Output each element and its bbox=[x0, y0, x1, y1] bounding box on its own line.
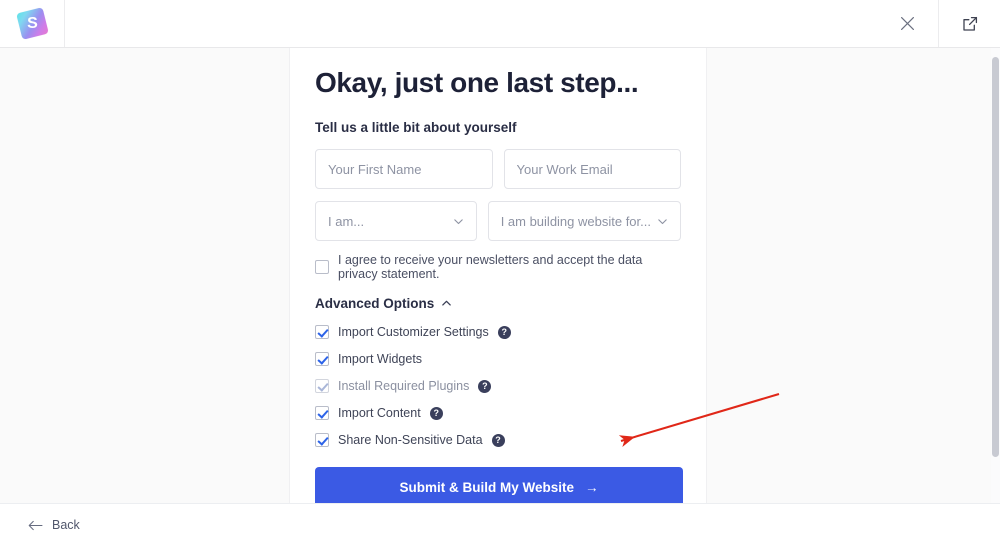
app-footer: Back bbox=[0, 503, 1000, 546]
advanced-option-label: Import Widgets bbox=[338, 352, 423, 366]
advanced-option-checkbox bbox=[315, 379, 329, 393]
role-select-value: I am... bbox=[328, 213, 365, 229]
back-button-label: Back bbox=[52, 518, 80, 532]
page-title: Okay, just one last step... bbox=[315, 67, 639, 98]
work-email-field[interactable] bbox=[503, 149, 681, 189]
newsletter-agreement-checkbox[interactable] bbox=[315, 260, 329, 274]
help-icon[interactable]: ? bbox=[491, 433, 505, 447]
help-icon[interactable]: ? bbox=[497, 325, 511, 339]
newsletter-agreement-label: I agree to receive your newsletters and … bbox=[338, 253, 643, 281]
advanced-option-label: Import Content bbox=[338, 406, 421, 420]
advanced-option-row[interactable]: Import Content? bbox=[315, 406, 681, 420]
brand-logo-letter: S bbox=[26, 14, 38, 32]
advanced-option-label: Install Required Plugins bbox=[338, 379, 470, 393]
app-header: S bbox=[0, 0, 1000, 48]
first-name-field[interactable] bbox=[315, 149, 493, 189]
advanced-option-row[interactable]: Import Widgets bbox=[315, 352, 681, 366]
advanced-options-label: Advanced Options bbox=[315, 296, 435, 311]
purpose-select[interactable]: I am building website for... bbox=[487, 201, 681, 241]
help-icon[interactable]: ? bbox=[478, 379, 492, 393]
advanced-option-checkbox[interactable] bbox=[315, 433, 329, 447]
purpose-select-value: I am building website for... bbox=[500, 213, 651, 229]
advanced-option-label: Import Customizer Settings bbox=[338, 325, 489, 339]
advanced-option-checkbox[interactable] bbox=[315, 325, 329, 339]
app-root: S Okay, just one last step... Tell us a … bbox=[0, 0, 1000, 546]
page-subtitle: Tell us a little bit about yourself bbox=[315, 120, 517, 135]
brand-logo-icon: S bbox=[15, 7, 49, 40]
role-purpose-row: I am... I am building website for... bbox=[315, 201, 681, 241]
arrow-right-icon: → bbox=[585, 480, 599, 495]
close-icon bbox=[900, 17, 914, 30]
submit-build-website-button[interactable]: Submit & Build My Website → bbox=[315, 467, 683, 503]
onboarding-panel: Okay, just one last step... Tell us a li… bbox=[289, 48, 707, 503]
advanced-options-list: Import Customizer Settings? Import Widget… bbox=[315, 325, 681, 447]
chevron-up-icon bbox=[442, 300, 452, 306]
advanced-options-toggle[interactable]: Advanced Options bbox=[315, 296, 452, 311]
arrow-left-icon bbox=[28, 520, 43, 530]
open-external-button[interactable] bbox=[938, 0, 1000, 47]
back-button[interactable]: Back bbox=[28, 518, 80, 532]
newsletter-agreement-row[interactable]: I agree to receive your newsletters and … bbox=[315, 253, 681, 281]
advanced-option-row[interactable]: Install Required Plugins? bbox=[315, 379, 681, 393]
brand-logo-cell[interactable]: S bbox=[0, 0, 65, 47]
advanced-option-row[interactable]: Import Customizer Settings? bbox=[315, 325, 681, 339]
close-button[interactable] bbox=[876, 0, 938, 47]
first-name-input[interactable] bbox=[328, 161, 480, 177]
external-link-icon bbox=[962, 16, 977, 31]
advanced-option-checkbox[interactable] bbox=[315, 352, 329, 366]
name-email-row bbox=[315, 149, 681, 189]
submit-button-label: Submit & Build My Website bbox=[399, 480, 574, 495]
header-spacer bbox=[65, 0, 876, 47]
work-email-input[interactable] bbox=[516, 161, 668, 177]
advanced-option-checkbox[interactable] bbox=[315, 406, 329, 420]
help-icon[interactable]: ? bbox=[429, 406, 443, 420]
chevron-down-icon bbox=[453, 218, 463, 224]
preview-canvas: Okay, just one last step... Tell us a li… bbox=[0, 48, 1000, 503]
advanced-option-label: Share Non-Sensitive Data bbox=[338, 433, 483, 447]
role-select[interactable]: I am... bbox=[315, 201, 477, 241]
advanced-option-row[interactable]: Share Non-Sensitive Data? bbox=[315, 433, 681, 447]
chevron-down-icon bbox=[658, 218, 667, 224]
vertical-scrollbar-thumb[interactable] bbox=[992, 57, 999, 457]
